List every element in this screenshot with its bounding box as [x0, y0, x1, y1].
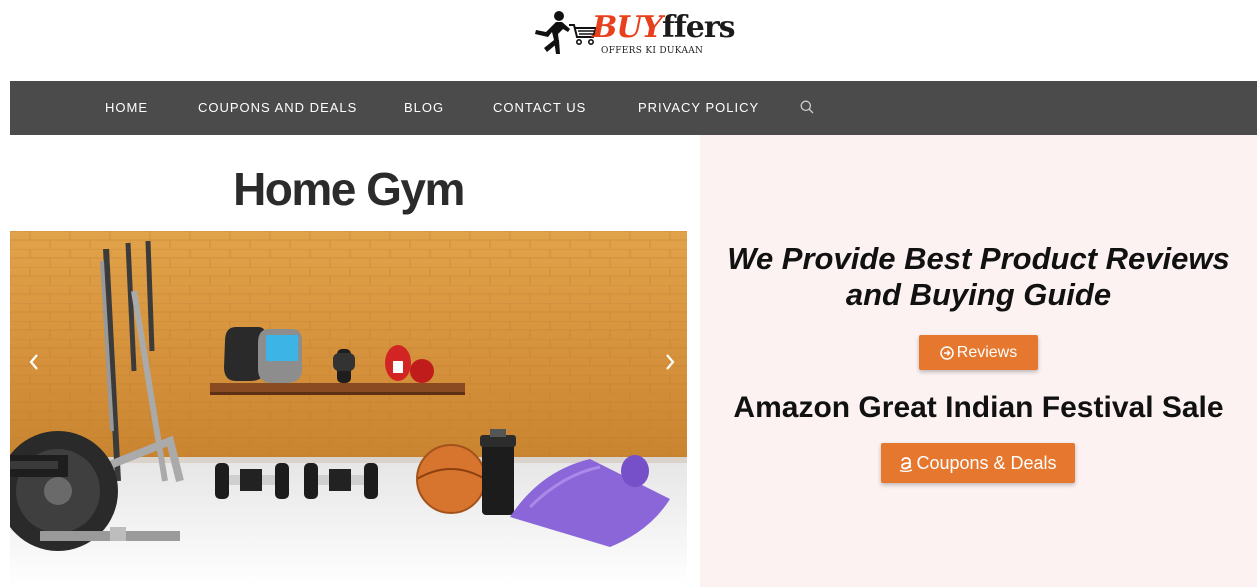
logo-wordmark: BUYffers [592, 10, 736, 45]
slider-prev-arrow[interactable] [28, 353, 40, 371]
logo-tagline: OFFERS KI DUKAAN [601, 46, 704, 56]
promo-heading: We Provide Best Product Reviews and Buyi… [727, 241, 1230, 312]
nav-contact-us[interactable]: CONTACT US [493, 81, 586, 135]
coupons-deals-button-label: Coupons & Deals [916, 453, 1057, 473]
hero-slider: Home Gym [10, 135, 687, 587]
site-logo[interactable]: BUYffers OFFERS KI DUKAAN [532, 8, 736, 60]
slide-title: Home Gym [233, 163, 465, 215]
promo-panel: We Provide Best Product Reviews and Buyi… [700, 135, 1257, 587]
nav-blog[interactable]: BLOG [404, 81, 444, 135]
coupons-deals-button[interactable]: Coupons & Deals [881, 443, 1075, 483]
running-man-icon [535, 11, 570, 54]
logo-buy-text: BUY [592, 10, 663, 45]
home-gym-banner-image [10, 231, 687, 587]
reviews-button[interactable]: Reviews [919, 335, 1038, 370]
reviews-button-label: Reviews [956, 344, 1018, 361]
slider-next-arrow[interactable] [664, 353, 676, 371]
amazon-icon [900, 457, 913, 473]
search-icon[interactable] [800, 100, 814, 114]
main-navigation: HOME COUPONS AND DEALS BLOG CONTACT US P… [10, 81, 1257, 135]
nav-privacy-policy[interactable]: PRIVACY POLICY [638, 81, 759, 135]
circle-arrow-right-icon [940, 346, 954, 360]
logo-ffers-text: ffers [661, 10, 736, 45]
sale-heading: Amazon Great Indian Festival Sale [733, 391, 1224, 424]
nav-home[interactable]: HOME [105, 81, 148, 135]
nav-coupons-and-deals[interactable]: COUPONS AND DEALS [198, 81, 357, 135]
